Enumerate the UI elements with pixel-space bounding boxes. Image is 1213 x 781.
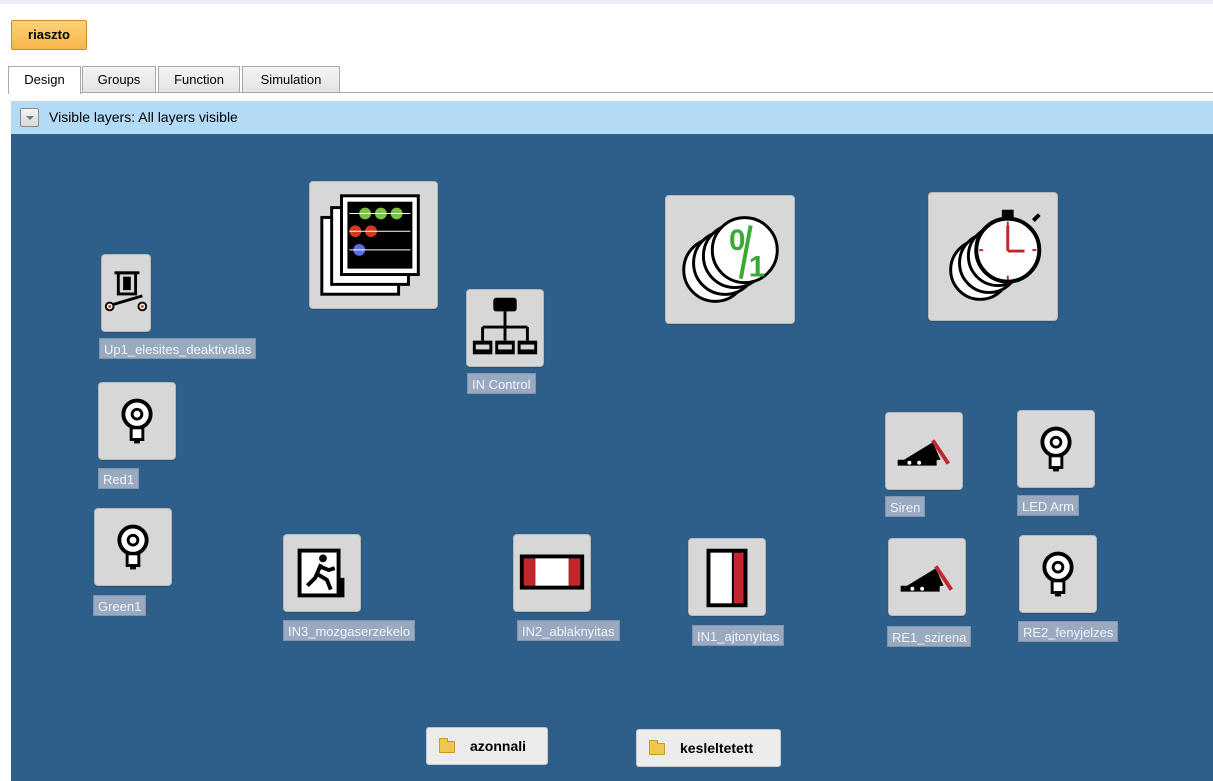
in3-label: IN3_mozgaserzekelo	[283, 620, 416, 641]
window-sensor-icon	[519, 554, 585, 590]
lamp-icon	[117, 524, 149, 570]
re2-device[interactable]	[1019, 535, 1097, 613]
top-bar: riaszto	[0, 0, 1213, 62]
folder-kesleltetett[interactable]: kesleltetett	[636, 729, 781, 767]
binary-block[interactable]: 0 1	[665, 195, 795, 324]
led-arm-label: LED Arm	[1017, 495, 1080, 516]
tab-groups[interactable]: Groups	[82, 66, 156, 93]
folder-azonnali[interactable]: azonnali	[426, 727, 548, 765]
folder-label: azonnali	[470, 738, 527, 754]
project-tab[interactable]: riaszto	[11, 20, 87, 50]
tab-divider	[8, 92, 1213, 93]
folder-icon	[439, 738, 455, 753]
logic-matrix-icon	[320, 194, 420, 296]
green1-label: Green1	[93, 595, 147, 616]
tab-design[interactable]: Design	[8, 66, 81, 94]
folder-icon	[649, 740, 665, 755]
up1-device[interactable]	[101, 254, 151, 332]
door-sensor-icon	[706, 548, 748, 608]
motion-exit-icon	[297, 548, 345, 598]
design-canvas[interactable]: Up1_elesites_deaktivalas IN Control 0 1	[11, 134, 1213, 781]
red1-device[interactable]	[98, 382, 176, 460]
in3-device[interactable]	[283, 534, 361, 612]
red1-label: Red1	[98, 468, 140, 489]
binary-value-icon: 0 1	[682, 216, 779, 303]
led-arm-device[interactable]	[1017, 410, 1095, 488]
tab-function[interactable]: Function	[158, 66, 240, 93]
chevron-down-icon	[26, 116, 34, 120]
folder-label: kesleltetett	[680, 740, 754, 756]
logic-block[interactable]	[309, 181, 438, 309]
lamp-icon	[121, 398, 153, 444]
in1-label: IN1_ajtonyitas	[692, 625, 785, 646]
in2-label: IN2_ablaknyitas	[517, 620, 620, 641]
siren-device[interactable]	[885, 412, 963, 490]
layers-caption: Visible layers:	[49, 109, 136, 125]
re1-device[interactable]	[888, 538, 966, 616]
timer-block[interactable]	[928, 192, 1058, 321]
lamp-icon	[1040, 426, 1072, 472]
pushbutton-icon	[104, 271, 148, 312]
in2-device[interactable]	[513, 534, 591, 612]
layers-label: Visible layers: All layers visible	[49, 109, 238, 125]
layers-bar: Visible layers: All layers visible	[11, 101, 1213, 134]
in1-device[interactable]	[688, 538, 766, 616]
layers-value: All layers visible	[138, 109, 238, 125]
siren-horn-icon	[900, 565, 953, 592]
svg-text:1: 1	[749, 251, 765, 284]
in-control-label: IN Control	[467, 373, 536, 394]
siren-label: Siren	[885, 496, 926, 517]
green1-device[interactable]	[94, 508, 172, 586]
layers-dropdown-button[interactable]	[20, 108, 39, 127]
tab-simulation[interactable]: Simulation	[242, 66, 340, 93]
in-control-device[interactable]	[466, 289, 544, 367]
svg-text:0: 0	[729, 224, 745, 257]
siren-horn-icon	[897, 439, 950, 466]
stopwatch-timer-icon	[949, 209, 1042, 301]
lamp-icon	[1042, 551, 1074, 597]
re1-label: RE1_szirena	[887, 626, 972, 647]
network-controller-icon	[472, 297, 538, 355]
re2-label: RE2_fenyjelzes	[1018, 621, 1119, 642]
up1-label: Up1_elesites_deaktivalas	[99, 338, 257, 359]
